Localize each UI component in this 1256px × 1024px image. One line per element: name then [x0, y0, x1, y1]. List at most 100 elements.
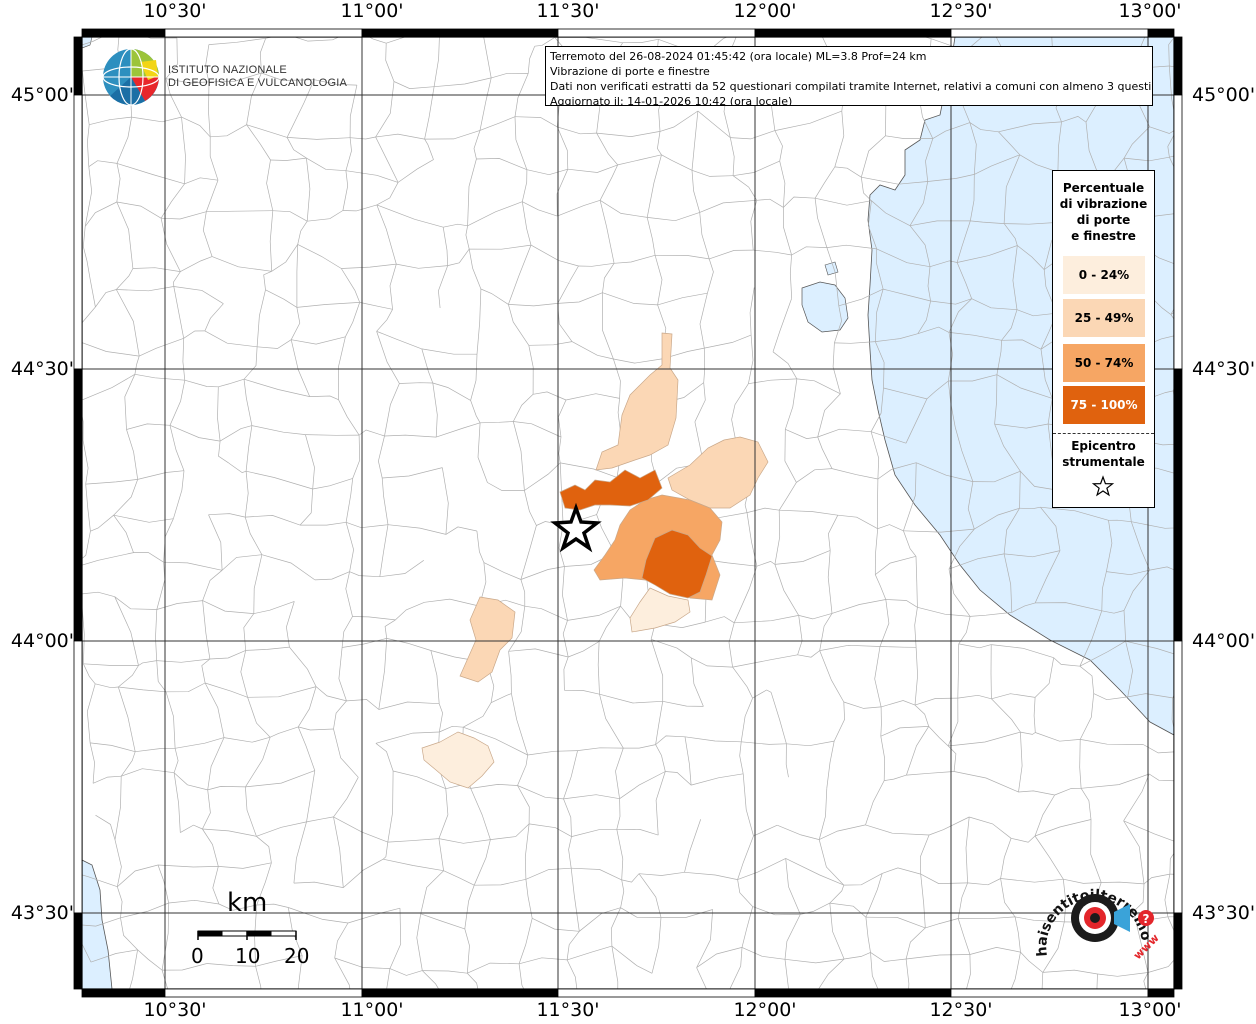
frame-bar	[81, 28, 166, 38]
event-title: Terremoto del 26-08-2024 01:45:42 (ora l…	[550, 50, 927, 63]
frame-bar	[361, 988, 559, 998]
scale-tick: 10	[235, 944, 261, 968]
legend-title-line: di vibrazione	[1059, 197, 1148, 211]
municipal-boundary	[1212, 422, 1231, 479]
municipal-boundary	[1211, 683, 1214, 751]
lat-tick-label: 44°00'	[11, 630, 74, 652]
legend-swatch-0-24: 0 - 24%	[1063, 256, 1145, 294]
frame-bar	[950, 28, 1149, 38]
municipal-boundary	[481, 1001, 534, 1010]
municipal-boundary	[606, 1015, 618, 1024]
legend-epicenter-line: strumentale	[1062, 455, 1145, 469]
municipal-boundary	[1182, 212, 1228, 220]
municipal-boundary	[1178, 32, 1231, 49]
legend-swatch-label: 75 - 100%	[1070, 398, 1138, 412]
municipal-boundary	[263, 1003, 297, 1009]
municipal-boundary	[1212, 479, 1234, 506]
municipal-boundary	[1005, 998, 1012, 1024]
scale-tick: 20	[284, 944, 310, 968]
municipal-boundary	[1181, 781, 1235, 790]
municipal-boundary	[1036, 1001, 1045, 1024]
lon-ticks-top: 10°30' 11°00' 11°30' 12°00' 12°30' 13°00…	[143, 0, 1181, 22]
lon-tick-label: 12°30'	[929, 0, 992, 22]
event-data-note: Dati non verificati estratti da 52 quest…	[550, 80, 1153, 93]
municipal-boundary	[1189, 651, 1232, 658]
frame-bar	[1173, 36, 1183, 96]
municipal-boundary	[1182, 213, 1189, 269]
frame-bar	[1173, 368, 1183, 642]
municipal-boundary	[1008, 998, 1045, 1004]
lat-tick-label: 44°30'	[11, 358, 74, 380]
municipal-boundary	[1194, 1004, 1226, 1018]
star-icon	[1091, 475, 1115, 497]
municipal-boundary	[1180, 472, 1212, 479]
legend-epicenter-label: Epicentro strumentale	[1053, 438, 1154, 470]
municipal-boundary	[641, 1011, 654, 1024]
legend: Percentuale di vibrazione di porte e fin…	[1052, 170, 1155, 508]
municipal-boundary	[815, 994, 821, 1024]
municipal-boundary	[618, 1009, 641, 1015]
municipal-boundary	[904, 1008, 909, 1024]
municipal-boundary	[1089, 1005, 1096, 1024]
lon-tick-label: 12°30'	[929, 999, 992, 1021]
lon-tick-label: 13°00'	[1118, 0, 1181, 22]
legend-divider	[1053, 433, 1154, 434]
ingv-logo-icon	[102, 48, 160, 106]
frame-bar	[73, 94, 83, 370]
legend-swatch-75-100: 75 - 100%	[1063, 386, 1145, 424]
hsit-logo-icon: haisentitoilterremoto.it ? www	[1030, 860, 1160, 962]
municipal-boundary	[1214, 154, 1229, 219]
municipal-boundary	[885, 1004, 908, 1008]
frame-bar	[73, 640, 83, 914]
municipal-boundary	[522, 1011, 534, 1024]
municipal-boundary	[1223, 833, 1230, 886]
frame-bar	[1147, 988, 1175, 998]
municipal-boundary	[1045, 1001, 1097, 1005]
municipal-boundary	[479, 1001, 489, 1024]
municipal-boundary	[115, 1014, 124, 1024]
municipal-boundary	[1195, 594, 1240, 614]
legend-swatch-label: 25 - 49%	[1074, 311, 1134, 325]
lon-tick-label: 13°00'	[1118, 999, 1181, 1021]
municipal-boundary	[884, 1006, 887, 1024]
municipal-boundary	[1221, 952, 1226, 1017]
scale-tick: 0	[191, 944, 204, 968]
lat-tick-label: 43°30'	[11, 902, 74, 924]
frame-bar	[557, 28, 756, 38]
municipal-boundary	[1219, 570, 1239, 614]
frame-bar	[1147, 28, 1175, 38]
event-info-box: Terremoto del 26-08-2024 01:45:42 (ora l…	[545, 46, 1153, 106]
lon-tick-label: 10°30'	[143, 0, 206, 22]
frame-bar	[73, 36, 83, 96]
legend-title-line: e finestre	[1071, 229, 1136, 243]
frame-bar	[1173, 640, 1183, 914]
lon-tick-label: 11°00'	[340, 999, 403, 1021]
legend-title-line: Percentuale	[1062, 181, 1145, 195]
legend-swatch-label: 0 - 24%	[1078, 268, 1130, 282]
frame-bar	[754, 28, 952, 38]
frame-bar	[164, 28, 363, 38]
municipal-boundary	[1229, 790, 1234, 833]
municipal-boundary	[703, 1010, 710, 1024]
municipal-boundary	[1185, 1004, 1195, 1024]
lat-tick-label: 44°30'	[1192, 358, 1255, 380]
municipal-boundary	[1180, 952, 1226, 957]
frame-bar	[557, 988, 756, 998]
frame-bar	[1173, 912, 1183, 990]
ingv-logo-text: ISTITUTO NAZIONALE DI GEOFISICA E VULCAN…	[168, 64, 347, 90]
legend-swatch-50-74: 50 - 74%	[1063, 344, 1145, 382]
municipal-boundary	[1193, 331, 1234, 339]
frame-bar	[950, 988, 1149, 998]
lat-tick-label: 43°30'	[1192, 902, 1255, 924]
lat-tick-label: 45°00'	[1192, 84, 1255, 106]
lon-tick-label: 10°30'	[143, 999, 206, 1021]
municipal-boundary	[1178, 120, 1234, 129]
municipal-boundary	[1214, 655, 1231, 682]
municipal-boundary	[1212, 751, 1234, 790]
logo-line: ISTITUTO NAZIONALE	[168, 64, 287, 76]
scale-unit: km	[227, 888, 268, 918]
municipal-boundary	[1182, 422, 1232, 444]
municipal-boundary	[1219, 506, 1234, 570]
municipal-boundary	[1214, 120, 1234, 154]
logo-line: DI GEOFISICA E VULCANOLOGIA	[168, 77, 347, 89]
